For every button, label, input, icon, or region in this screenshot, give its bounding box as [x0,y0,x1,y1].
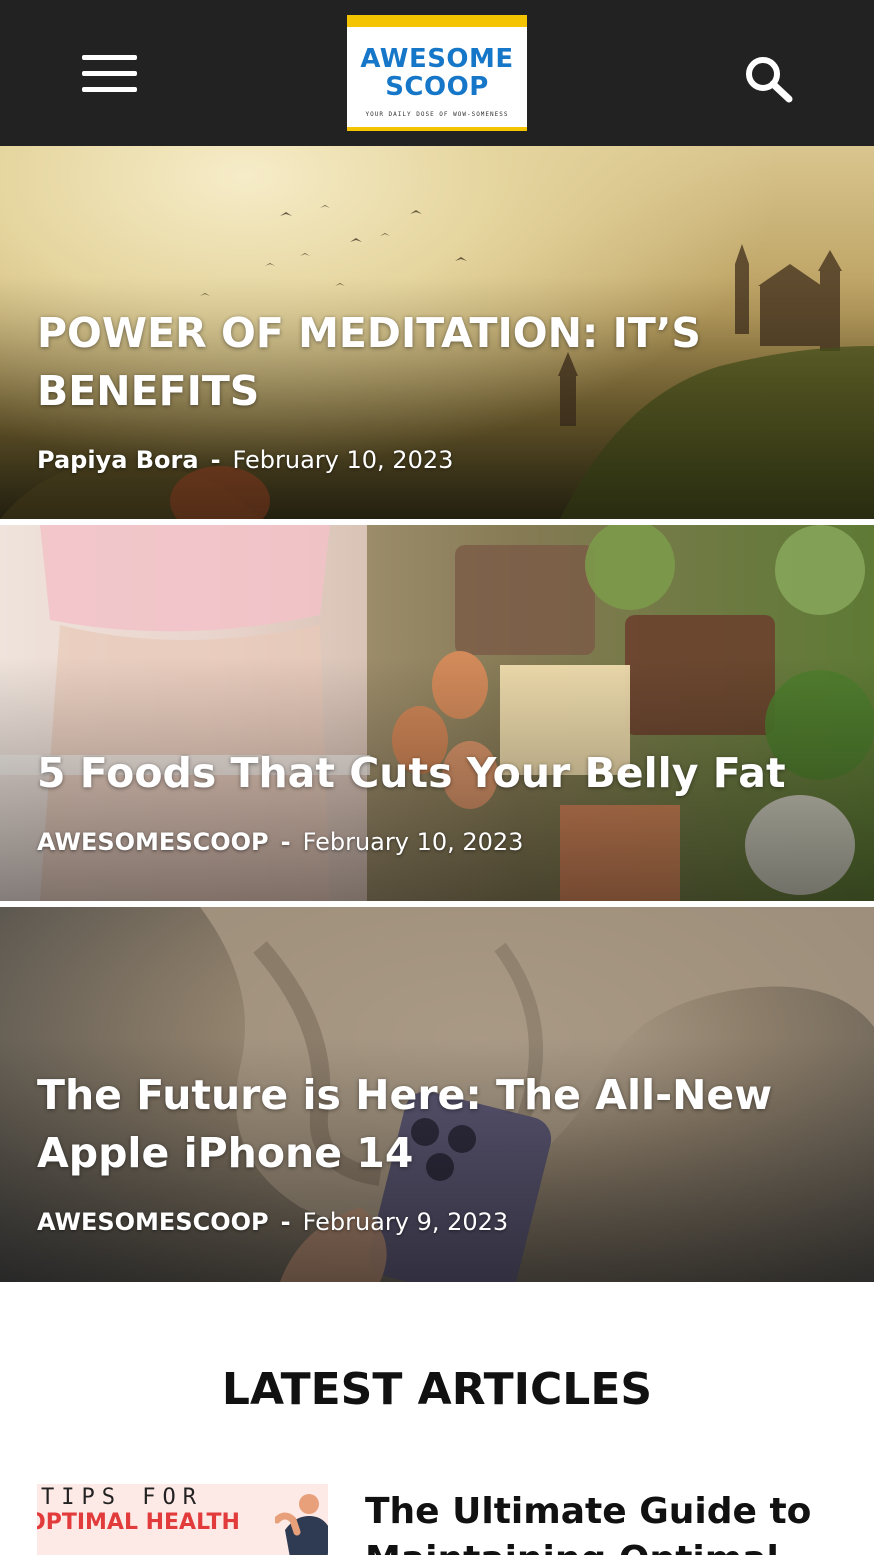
post-author[interactable]: AWESOMESCOOP [37,1208,269,1236]
latest-articles-heading: LATEST ARTICLES [221,1364,653,1415]
hero-post-card[interactable]: 5 Foods That Cuts Your Belly Fat AWESOME… [0,525,874,901]
article-title-link[interactable]: The Ultimate Guide to Maintaining Optima… [365,1488,835,1555]
post-author[interactable]: Papiya Bora [37,446,199,474]
post-date: February 10, 2023 [232,446,454,474]
post-date: February 9, 2023 [302,1208,509,1236]
menu-bar [82,87,137,92]
search-icon[interactable] [742,55,794,103]
article-thumbnail[interactable]: TIPS FOR OPTIMAL HEALTH [37,1484,328,1555]
hero-post-meta: Papiya Bora - February 10, 2023 [37,445,453,475]
hero-post-title[interactable]: POWER OF MEDITATION: IT’S BENEFITS [37,304,837,420]
meta-separator: - [280,828,291,856]
fitness-figure-icon [275,1494,328,1555]
logo-text-line1: AWESOME [360,44,514,74]
site-logo[interactable]: AWESOME SCOOP YOUR DAILY DOSE OF WOW-SOM… [347,15,527,131]
hero-post-title[interactable]: 5 Foods That Cuts Your Belly Fat [37,744,837,802]
hero-post-title[interactable]: The Future is Here: The All-New Apple iP… [37,1066,837,1182]
hero-post-meta: AWESOMESCOOP - February 10, 2023 [37,827,523,857]
meta-separator: - [210,446,221,474]
menu-bar [82,71,137,76]
thumbnail-text-line1: TIPS FOR [41,1485,203,1510]
post-date: February 10, 2023 [302,828,524,856]
hero-post-meta: AWESOMESCOOP - February 9, 2023 [37,1207,508,1237]
post-author[interactable]: AWESOMESCOOP [37,828,269,856]
hero-post-card[interactable]: POWER OF MEDITATION: IT’S BENEFITS Papiy… [0,146,874,519]
meta-separator: - [280,1208,291,1236]
menu-bar [82,55,137,60]
logo-text-line2: SCOOP [385,72,489,102]
hero-post-card[interactable]: The Future is Here: The All-New Apple iP… [0,907,874,1282]
logo-tagline: YOUR DAILY DOSE OF WOW-SOMENESS [365,111,509,118]
thumbnail-text-line2: OPTIMAL HEALTH [37,1510,240,1535]
hamburger-menu-icon[interactable] [82,55,138,95]
site-header: AWESOME SCOOP YOUR DAILY DOSE OF WOW-SOM… [0,0,874,146]
